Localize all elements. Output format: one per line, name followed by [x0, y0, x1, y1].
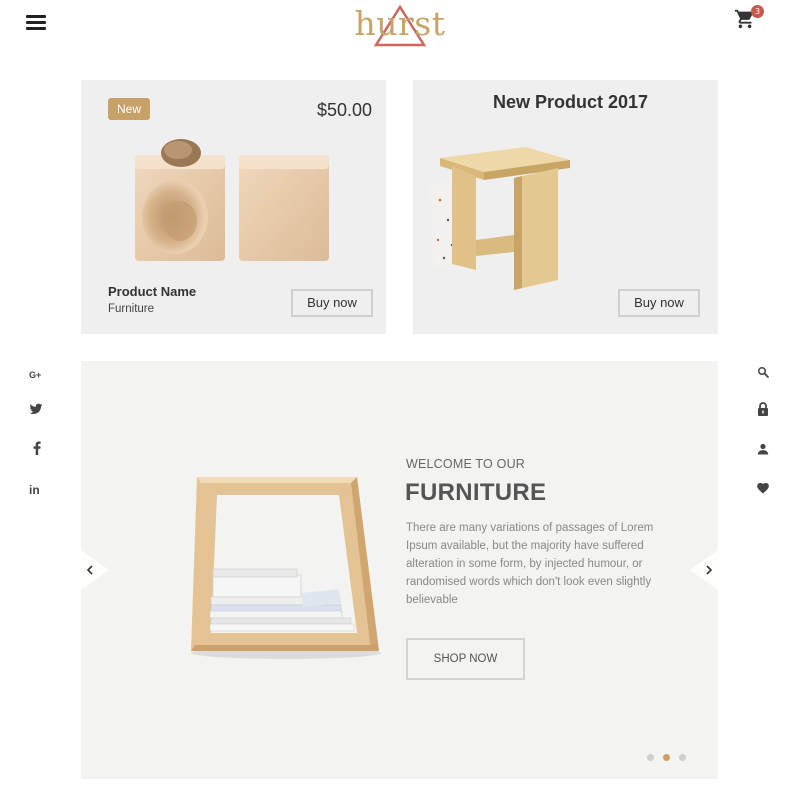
shop-now-button[interactable]: SHOP NOW: [406, 638, 525, 680]
twitter-icon[interactable]: [29, 401, 45, 417]
heart-icon[interactable]: [756, 479, 772, 495]
hero-slider: WELCOME TO OUR FURNITURE There are many …: [81, 361, 718, 779]
chevron-left-icon[interactable]: [81, 550, 109, 590]
product-category: Furniture: [108, 303, 155, 315]
product-name: Product Name: [108, 284, 197, 299]
hero-frame-shelf-image: [191, 477, 381, 659]
facebook-icon[interactable]: [32, 440, 48, 456]
logo-text: hurst: [354, 4, 446, 43]
shopping-cart-icon[interactable]: 3: [734, 5, 764, 32]
product-price: $50.00: [316, 100, 372, 120]
product-card-2[interactable]: New Product 2017 Buy now: [413, 80, 718, 334]
card-title: New Product 2017: [492, 92, 649, 112]
lock-icon[interactable]: [757, 401, 773, 417]
magnifier-glyph-icon: [758, 367, 769, 378]
buy-now-button[interactable]: Buy now: [618, 289, 700, 317]
user-glyph-icon: [757, 443, 769, 455]
product-card-1[interactable]: New $50.00 Product Name Furniture Buy no…: [81, 80, 386, 334]
stool-image: [430, 147, 570, 290]
linkedin-icon[interactable]: in: [29, 479, 45, 497]
google-plus-glyph: G+: [29, 370, 42, 380]
search-icon[interactable]: [757, 363, 773, 379]
chevron-right-icon[interactable]: [690, 550, 718, 590]
hamburger-menu-icon[interactable]: [26, 14, 46, 30]
hero-title: FURNITURE: [405, 479, 547, 506]
user-icon[interactable]: [757, 440, 773, 456]
slide-dot-1[interactable]: [647, 754, 654, 761]
buy-now-button[interactable]: Buy now: [291, 289, 373, 317]
cart-count-badge: 3: [751, 5, 764, 18]
lock-glyph-icon: [758, 402, 768, 416]
wooden-cubes-image: [135, 139, 329, 261]
twitter-glyph-icon: [29, 403, 43, 415]
linkedin-glyph: in: [29, 483, 40, 497]
heart-glyph-icon: [757, 482, 769, 494]
hero-description: There are many variations of passages of…: [406, 522, 654, 606]
google-plus-icon[interactable]: G+: [29, 363, 45, 380]
facebook-glyph-icon: [33, 441, 41, 455]
new-badge: New: [108, 98, 150, 120]
hero-subtitle: WELCOME TO OUR: [406, 457, 526, 471]
logo[interactable]: hurst: [350, 2, 450, 50]
slide-dot-3[interactable]: [679, 754, 686, 761]
prev-arrow-glyph-icon: [81, 550, 109, 590]
slide-dot-2[interactable]: [663, 754, 670, 761]
next-arrow-glyph-icon: [690, 550, 718, 590]
